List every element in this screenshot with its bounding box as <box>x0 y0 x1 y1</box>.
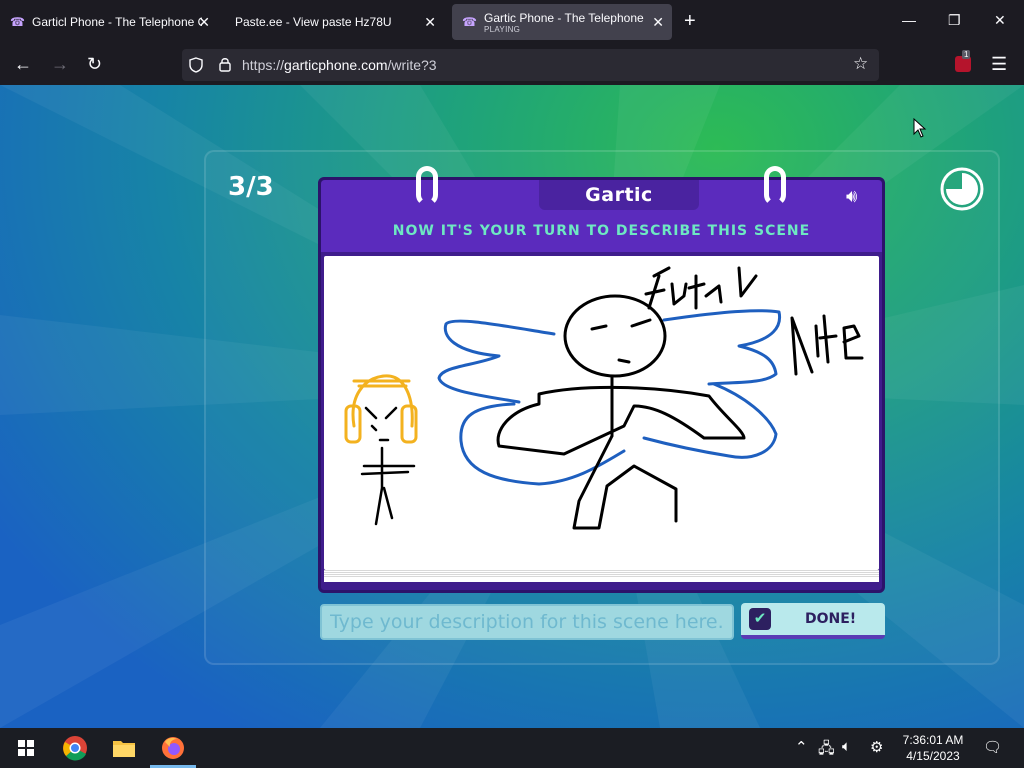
sound-icon[interactable]: 🔊︎ <box>846 186 857 207</box>
scene-drawing <box>344 266 864 530</box>
tab-title: Garticl Phone - The Telephone G <box>32 15 202 29</box>
sketchbook: Gartic NOW IT'S YOUR TURN TO DESCRIBE TH… <box>318 166 885 593</box>
blue-wind-strokes <box>437 309 782 486</box>
done-button[interactable]: ✔ DONE! <box>741 603 885 639</box>
clock-date: 4/15/2023 <box>906 749 960 763</box>
menu-icon[interactable]: ☰ <box>991 53 1007 75</box>
tab-playing-label: PLAYING <box>484 24 521 34</box>
tab-title: Gartic Phone - The Telephone G <box>484 10 644 25</box>
clock-time: 7:36:01 AM <box>902 733 964 747</box>
done-label: DONE! <box>805 611 857 627</box>
yellow-headphones <box>344 374 418 444</box>
sketchbook-header: Gartic NOW IT'S YOUR TURN TO DESCRIBE TH… <box>321 180 882 252</box>
settings-gear-icon[interactable]: ⚙ <box>870 738 883 756</box>
minimize-button[interactable]: — <box>902 12 916 28</box>
binder-ring-left <box>416 166 438 206</box>
taskbar: ⌃ 🖧︎ 🔈︎ ⚙ 7:36:01 AM 4/15/2023 🗨︎ <box>0 728 1024 768</box>
browser-chrome: ☎ Garticl Phone - The Telephone G ✕ Past… <box>0 0 1024 85</box>
check-icon: ✔ <box>749 608 771 630</box>
volume-icon[interactable]: 🔈︎ <box>842 738 851 755</box>
stick-figure-small <box>360 406 416 526</box>
binder-ring-right <box>764 166 786 206</box>
url-host: garticphone.com <box>284 57 388 73</box>
drawing-canvas <box>324 256 879 570</box>
description-input-wrap[interactable] <box>320 604 734 640</box>
restore-button[interactable]: ❐ <box>948 12 961 29</box>
tab-title: Paste.ee - View paste Hz78U <box>235 15 392 29</box>
page-line <box>324 575 879 577</box>
round-counter: 3/3 <box>228 172 274 202</box>
file-explorer-icon[interactable] <box>110 734 138 762</box>
window-close-button[interactable]: ✕ <box>994 12 1006 29</box>
scribbled-text <box>644 266 864 376</box>
ublock-icon[interactable]: 1 <box>955 50 971 72</box>
tab-strip: ☎ Garticl Phone - The Telephone G ✕ Past… <box>0 0 1024 44</box>
timer-fill <box>946 173 978 205</box>
tab-gartic-active[interactable]: ☎ Gartic Phone - The Telephone G PLAYING… <box>452 4 672 40</box>
shield-icon[interactable] <box>188 57 204 73</box>
gartic-logo: Gartic <box>585 184 653 206</box>
phone-icon: ☎ <box>10 15 25 29</box>
extension-badge: 1 <box>962 50 971 59</box>
description-input[interactable] <box>322 606 732 638</box>
close-icon[interactable]: ✕ <box>198 14 210 30</box>
page-edges <box>324 570 879 582</box>
chrome-icon[interactable] <box>61 734 89 762</box>
new-tab-button[interactable]: + <box>684 10 696 32</box>
clock[interactable]: 7:36:01 AM 4/15/2023 <box>896 732 970 764</box>
windows-start-icon[interactable] <box>12 734 40 762</box>
tab-paste[interactable]: Paste.ee - View paste Hz78U ✕ <box>224 4 444 40</box>
network-icon[interactable]: 🖧︎ <box>818 738 835 763</box>
url-text[interactable]: https://garticphone.com/write?3 <box>242 57 437 73</box>
instruction-text: NOW IT'S YOUR TURN TO DESCRIBE THIS SCEN… <box>392 223 811 239</box>
timer-icon <box>940 167 984 211</box>
url-path: /write?3 <box>387 57 437 73</box>
tab-gartic-1[interactable]: ☎ Garticl Phone - The Telephone G ✕ <box>0 4 218 40</box>
logo-tab: Gartic <box>539 180 699 210</box>
lock-icon[interactable] <box>218 56 232 72</box>
bookmark-star-icon[interactable]: ☆ <box>853 54 868 74</box>
notification-icon[interactable]: 🗨︎ <box>983 738 1002 756</box>
mouse-cursor-icon <box>913 118 927 138</box>
chevron-up-icon[interactable]: ⌃ <box>795 738 808 756</box>
back-button[interactable]: ← <box>14 53 32 75</box>
url-prefix: https:// <box>242 57 285 73</box>
url-bar[interactable]: https://garticphone.com/write?3 ☆ <box>182 49 879 81</box>
phone-icon: ☎ <box>462 15 477 29</box>
forward-button[interactable]: → <box>51 53 69 75</box>
reload-button[interactable]: ↻ <box>87 53 102 75</box>
close-icon[interactable]: ✕ <box>424 14 436 30</box>
firefox-icon[interactable] <box>159 734 187 762</box>
close-icon[interactable]: ✕ <box>652 14 664 30</box>
